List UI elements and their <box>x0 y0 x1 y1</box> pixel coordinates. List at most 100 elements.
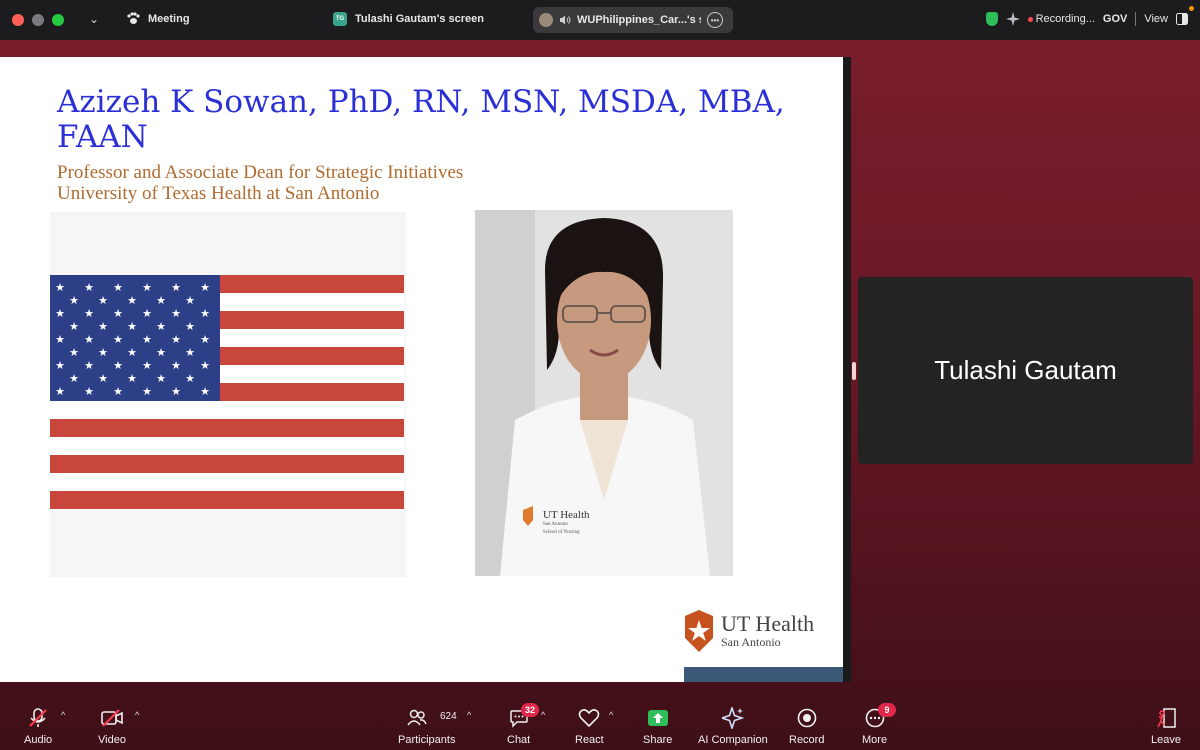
svg-text:★: ★ <box>113 281 123 294</box>
record-button[interactable]: Record <box>789 708 824 746</box>
svg-text:★: ★ <box>171 333 181 346</box>
svg-text:★: ★ <box>185 372 195 385</box>
shared-screen-title: TG Tulashi Gautam's screen <box>333 12 484 26</box>
svg-text:★: ★ <box>98 372 108 385</box>
share-pill-label: WUPhilippines_Car...'s sc <box>577 14 701 26</box>
svg-text:★: ★ <box>185 320 195 333</box>
slide-footer-bar <box>684 667 843 682</box>
video-button[interactable]: Video <box>98 708 126 746</box>
close-window-button[interactable] <box>12 14 24 26</box>
svg-text:★: ★ <box>156 346 166 359</box>
svg-text:★: ★ <box>113 385 123 398</box>
chat-options-chevron-icon[interactable]: ^ <box>541 710 545 720</box>
ai-sparkle-icon <box>721 707 744 729</box>
react-options-chevron-icon[interactable]: ^ <box>609 710 613 720</box>
svg-text:★: ★ <box>84 359 94 372</box>
svg-text:★: ★ <box>127 294 137 307</box>
portrait-illustration <box>475 210 733 576</box>
svg-text:★: ★ <box>69 320 79 333</box>
video-camera-off-icon <box>101 709 123 727</box>
sparkle-icon[interactable] <box>1005 12 1020 26</box>
meeting-menu[interactable]: Meeting <box>126 12 190 25</box>
audio-button[interactable]: Audio <box>24 708 52 746</box>
svg-text:★: ★ <box>55 281 65 294</box>
ut-health-logo-sub: San Antonio <box>721 634 781 649</box>
view-button[interactable]: View <box>1144 13 1168 25</box>
share-button[interactable]: Share <box>643 708 672 746</box>
audio-options-chevron-icon[interactable]: ^ <box>61 710 65 720</box>
video-options-chevron-icon[interactable]: ^ <box>135 710 139 720</box>
gov-label: GOV <box>1102 13 1128 25</box>
svg-text:★: ★ <box>69 372 79 385</box>
paw-icon <box>127 12 140 24</box>
subtitle-line-1: Professor and Associate Dean for Strateg… <box>57 162 464 183</box>
svg-text:★: ★ <box>200 359 210 372</box>
badge-school-text: School of Nursing <box>543 530 580 535</box>
coat-logo-badge: UT Health San Antonio School of Nursing <box>543 510 590 537</box>
microphone-muted-icon <box>29 708 47 727</box>
svg-text:★: ★ <box>98 346 108 359</box>
svg-text:★: ★ <box>185 294 195 307</box>
panel-resize-handle[interactable] <box>852 362 856 380</box>
svg-text:★: ★ <box>113 307 123 320</box>
leave-label: Leave <box>1151 734 1181 746</box>
avatar: TG <box>333 12 347 26</box>
svg-text:★: ★ <box>171 359 181 372</box>
leave-button[interactable]: Leave <box>1151 708 1181 746</box>
participants-label: Participants <box>398 734 456 746</box>
svg-text:★: ★ <box>156 294 166 307</box>
recording-label: Recording... <box>1035 13 1095 25</box>
svg-text:★: ★ <box>69 346 79 359</box>
us-flag-image: ★ ★ ★ ★ ★ ★ ★ ★ ★ ★ ★ ★ ★ ★ ★ ★ ★ ★ ★ ★ ★ ★ ★ ★ ★ ★ ★ ★ ★ ★ ★ ★ ★ ★… <box>50 212 406 577</box>
more-notification-badge: 9 <box>878 703 896 717</box>
svg-text:★: ★ <box>127 346 137 359</box>
us-flag-icon: ★ ★ ★ ★ ★ ★ ★ ★ ★ ★ ★ ★ ★ ★ ★ ★ ★ ★ ★ ★ ★ ★ ★ ★ ★ ★ ★ ★ ★ ★ ★ ★ ★ ★… <box>50 275 404 511</box>
chat-unread-badge: 32 <box>521 703 539 717</box>
svg-text:★: ★ <box>84 333 94 346</box>
share-label: Share <box>643 734 673 746</box>
chevron-down-icon[interactable]: ⌄ <box>89 12 99 26</box>
svg-text:★: ★ <box>84 281 94 294</box>
svg-text:★: ★ <box>142 385 152 398</box>
record-icon <box>797 708 817 728</box>
svg-text:★: ★ <box>113 359 123 372</box>
minimize-window-button[interactable] <box>32 14 44 26</box>
view-layout-icon[interactable] <box>1176 13 1188 25</box>
svg-text:★: ★ <box>84 385 94 398</box>
svg-text:★: ★ <box>113 333 123 346</box>
svg-text:★: ★ <box>127 320 137 333</box>
participant-video-tile[interactable]: Tulashi Gautam <box>858 277 1193 464</box>
slide-subtitle: Professor and Associate Dean for Strateg… <box>57 162 463 204</box>
react-button[interactable]: React <box>575 708 604 746</box>
heart-icon <box>579 709 600 728</box>
svg-text:★: ★ <box>156 372 166 385</box>
svg-text:★: ★ <box>55 385 65 398</box>
participant-name: Tulashi Gautam <box>934 355 1117 385</box>
badge-main-text: UT Health <box>543 509 590 521</box>
more-options-icon[interactable]: ••• <box>707 12 723 28</box>
notification-dot <box>1189 6 1194 11</box>
maximize-window-button[interactable] <box>52 14 64 26</box>
svg-text:★: ★ <box>69 294 79 307</box>
portrait-photo: UT Health San Antonio School of Nursing <box>475 210 733 576</box>
ai-companion-label: AI Companion <box>698 734 768 746</box>
audio-label: Audio <box>24 734 53 746</box>
screen-title-label: Tulashi Gautam's screen <box>355 13 484 25</box>
active-speaker-pill[interactable]: WUPhilippines_Car...'s sc ••• <box>533 7 733 33</box>
recording-status[interactable]: Recording... <box>1027 13 1095 25</box>
shield-icon[interactable] <box>985 12 998 26</box>
view-label: View <box>1144 13 1168 25</box>
ai-companion-button[interactable]: AI Companion <box>698 707 768 746</box>
ut-health-logo-main: UT Health <box>721 610 815 636</box>
ut-health-logo: UT Health San Antonio <box>683 610 814 652</box>
svg-text:★: ★ <box>98 320 108 333</box>
svg-text:★: ★ <box>171 307 181 320</box>
badge-sub-text: San Antonio <box>543 522 568 527</box>
participants-options-chevron-icon[interactable]: ^ <box>467 710 471 720</box>
svg-text:★: ★ <box>200 385 210 398</box>
divider <box>1135 12 1137 26</box>
svg-text:★: ★ <box>84 307 94 320</box>
svg-text:★: ★ <box>142 359 152 372</box>
svg-text:★: ★ <box>200 281 210 294</box>
svg-text:★: ★ <box>200 333 210 346</box>
